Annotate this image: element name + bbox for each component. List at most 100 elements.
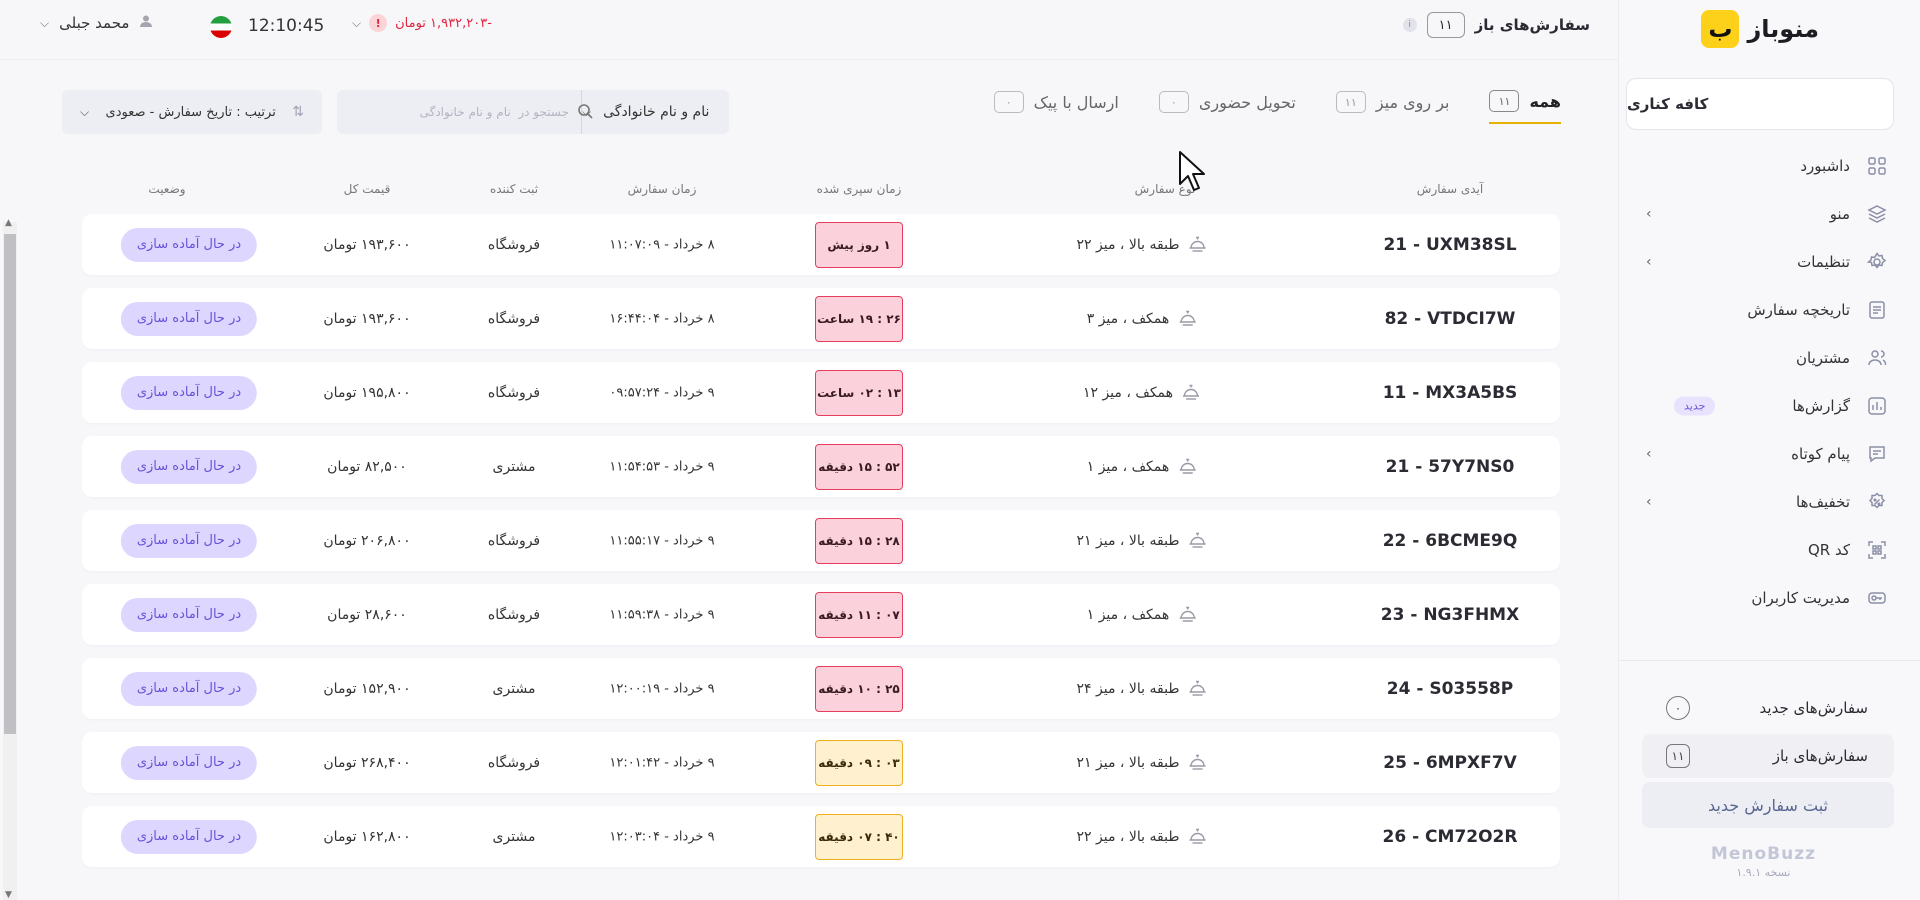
serving-dish-icon [1177, 456, 1197, 478]
total-price: ۱۹۵,۸۰۰ تومان [323, 384, 411, 401]
new-order-button[interactable]: ثبت سفارش جدید [1642, 782, 1894, 828]
registrar: فروشگاه [487, 236, 541, 253]
total-price: ۸۲,۵۰۰ تومان [327, 458, 407, 475]
elapsed-cell: ۰۳ : ۰۹ دقیقه [815, 739, 903, 786]
sidebar-divider [1618, 660, 1920, 661]
sidebar-item-8[interactable]: کد QR [1626, 526, 1894, 574]
sidebar-new-orders[interactable]: ۰ سفارش‌های جدید [1642, 686, 1894, 730]
sidebar-item-2[interactable]: ‹ تنظیمات [1626, 238, 1894, 286]
chevron-down-icon: ⌵ [40, 15, 50, 30]
sidebar-item-6[interactable]: ‹ پیام کوتاه [1626, 430, 1894, 478]
tab-3[interactable]: ارسال با پیک ۰ [993, 90, 1119, 124]
search-icon [577, 103, 593, 123]
table-row[interactable]: 22 - 6BCME9Q طبقه بالا ، میز ۲۱ ۲۸ : ۱۵ دق… [82, 510, 1560, 571]
sidebar-open-orders[interactable]: ۱۱ سفارش‌های باز [1642, 734, 1894, 778]
search-field-dropdown[interactable]: نام و نام خانوادگی ⌵ [581, 90, 729, 134]
total-price: ۲۶۸,۴۰۰ تومان [323, 754, 411, 771]
order-id: 25 - 6MPXF7V [1383, 752, 1517, 773]
scroll-down-icon[interactable]: ▼ [5, 890, 12, 900]
sidebar-item-1[interactable]: ‹ منو [1626, 190, 1894, 238]
order-id: 23 - NG3FHMX [1380, 604, 1520, 625]
header-open-orders[interactable]: سفارش‌های باز ۱۱ i [1402, 12, 1590, 38]
tab-1[interactable]: بر روی میز ۱۱ [1335, 90, 1450, 124]
order-id: 24 - S03558P [1386, 678, 1514, 699]
table-row[interactable]: 21 - 57Y7NS0 همکف ، میز ۱ ۵۲ : ۱۵ دقیقه ۹ خ… [82, 436, 1560, 497]
elapsed-badge: ۵۲ : ۱۵ دقیقه [815, 443, 903, 490]
user-menu[interactable]: ⌵ محمد جبلی [40, 14, 153, 32]
order-time: ۹ خرداد - ۱۱:۵۵:۱۷ [609, 533, 715, 548]
tab-count: ۱۱ [1489, 90, 1520, 112]
sort-label: ترتیب : تاریخ سفارش - صعودی [105, 104, 276, 120]
order-type: طبقه بالا ، میز ۲۴ [1077, 678, 1208, 700]
header-total-price: قیمت کل [343, 182, 391, 196]
orders-main: همه ۱۱ بر روی میز ۱۱ تحویل حضوری ۰ ارسال با پی… [0, 60, 1618, 900]
table-row[interactable]: 21 - UXM38SL طبقه بالا ، میز ۲۲ ۱ روز پیش ۸… [82, 214, 1560, 275]
table-row[interactable]: 82 - VTDCI7W همکف ، میز ۳ ۲۶ : ۱۹ ساعت ۸ خر… [82, 288, 1560, 349]
open-orders-count: ۱۱ [1666, 744, 1690, 768]
sidebar-item-9[interactable]: مدیریت کاربران [1626, 574, 1894, 622]
footer-brand-name: MenoBuzz [1710, 844, 1816, 864]
tab-0[interactable]: همه ۱۱ [1489, 90, 1561, 124]
registrar: مشتری [492, 458, 536, 475]
table-row[interactable]: 23 - NG3FHMX همکف ، میز ۱ ۰۷ : ۱۱ دقیقه ۹ خ… [82, 584, 1560, 645]
elapsed-cell: ۲۶ : ۱۹ ساعت [815, 295, 903, 342]
tab-label: بر روی میز [1375, 92, 1450, 112]
status-badge[interactable]: در حال آماده سازی [120, 819, 258, 854]
info-icon[interactable]: i [1402, 18, 1417, 32]
elapsed-badge: ۴۰ : ۰۷ دقیقه [815, 813, 903, 860]
sidebar-item-3[interactable]: تاریخچه سفارش [1626, 286, 1894, 334]
order-time: ۹ خرداد - ۱۲:۰۱:۴۲ [609, 755, 715, 770]
order-id: 26 - CM72O2R [1382, 826, 1518, 847]
table-row[interactable]: 25 - 6MPXF7V طبقه بالا ، میز ۲۱ ۰۳ : ۰۹ دق… [82, 732, 1560, 793]
elapsed-badge: ۰۷ : ۱۱ دقیقه [815, 591, 903, 638]
clock: 12:10:45 [248, 16, 325, 36]
search-input[interactable] [373, 97, 569, 127]
sidebar-item-label: مشتریان [1796, 349, 1850, 367]
header-open-orders-count: ۱۱ [1426, 12, 1465, 38]
account-balance[interactable]: ⌵ ! -۱,۹۳۲,۲۰۳ تومان [352, 14, 492, 32]
serving-dish-icon [1187, 752, 1207, 774]
header-elapsed: زمان سپری شده [816, 182, 902, 196]
key-icon [1866, 587, 1888, 609]
order-type: همکف ، میز ۱ [1087, 604, 1198, 626]
serving-dish-icon [1187, 530, 1207, 552]
sidebar-item-4[interactable]: مشتریان [1626, 334, 1894, 382]
chevron-down-icon: ⌵ [352, 15, 362, 30]
status-badge[interactable]: در حال آماده سازی [120, 375, 258, 410]
order-id: 21 - 57Y7NS0 [1385, 456, 1515, 477]
status-badge[interactable]: در حال آماده سازی [120, 449, 258, 484]
layers-icon [1866, 203, 1888, 225]
sidebar-item-7[interactable]: ‹ تخفیف‌ها [1626, 478, 1894, 526]
total-price: ۱۹۳,۶۰۰ تومان [323, 310, 411, 327]
scrollbar-thumb[interactable] [4, 234, 16, 734]
sidebar-item-0[interactable]: داشبورد [1626, 142, 1894, 190]
new-orders-label: سفارش‌های جدید [1759, 699, 1868, 717]
order-time: ۹ خرداد - ۰۹:۵۷:۲۴ [609, 385, 715, 400]
elapsed-badge: ۱ روز پیش [815, 221, 903, 268]
sidebar-item-5[interactable]: جدید گزارش‌ها [1626, 382, 1894, 430]
status-cell: در حال آماده سازی [120, 671, 258, 706]
status-badge[interactable]: در حال آماده سازی [120, 301, 258, 336]
status-badge[interactable]: در حال آماده سازی [120, 745, 258, 780]
status-badge[interactable]: در حال آماده سازی [120, 523, 258, 558]
elapsed-cell: ۵۲ : ۱۵ دقیقه [815, 443, 903, 490]
table-row[interactable]: 26 - CM72O2R طبقه بالا ، میز ۲۲ ۴۰ : ۰۷ دق… [82, 806, 1560, 867]
table-row[interactable]: 24 - S03558P طبقه بالا ، میز ۲۴ ۲۵ : ۱۰ دق… [82, 658, 1560, 719]
scroll-up-icon[interactable]: ▲ [5, 218, 12, 228]
order-time: ۹ خرداد - ۱۱:۵۹:۳۸ [609, 607, 715, 622]
sort-dropdown[interactable]: ⌵ ترتیب : تاریخ سفارش - صعودی ⇅ [62, 90, 322, 134]
mouse-cursor-icon [1179, 151, 1205, 191]
brand-name: منوباز [1747, 15, 1819, 43]
cafe-selector[interactable]: کافه کناری [1626, 78, 1894, 130]
status-badge[interactable]: در حال آماده سازی [120, 227, 258, 262]
serving-dish-icon [1181, 382, 1201, 404]
scrollbar[interactable]: ▲ ▼ [3, 218, 17, 900]
status-badge[interactable]: در حال آماده سازی [120, 597, 258, 632]
brand[interactable]: منوباز ب [1701, 10, 1819, 48]
serving-dish-icon [1177, 604, 1197, 626]
iran-flag-icon [210, 16, 232, 38]
tab-2[interactable]: تحویل حضوری ۰ [1158, 90, 1296, 124]
sort-icon: ⇅ [292, 104, 304, 120]
table-row[interactable]: 11 - MX3A5BS همکف ، میز ۱۲ ۱۳ : ۰۲ ساعت ۹ خ… [82, 362, 1560, 423]
status-badge[interactable]: در حال آماده سازی [120, 671, 258, 706]
